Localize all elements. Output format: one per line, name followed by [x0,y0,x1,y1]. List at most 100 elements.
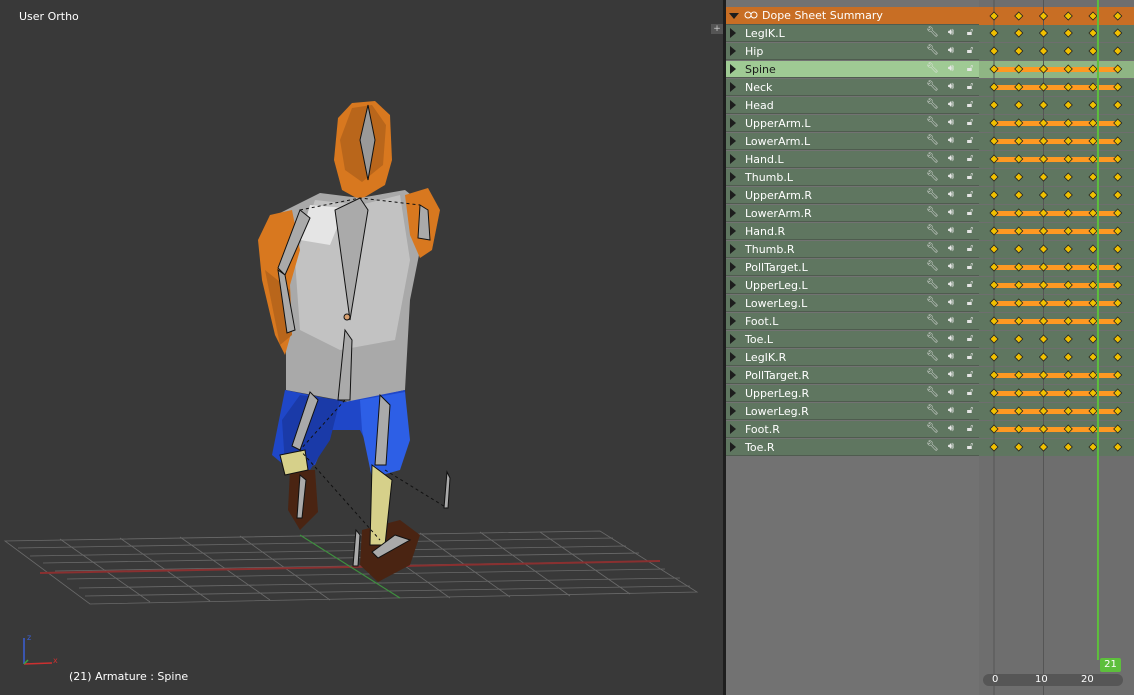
channel-row[interactable]: UpperArm.R 🔧︎ 🔊︎ 🔓︎ [726,187,979,204]
collapse-triangle-icon[interactable] [729,13,739,19]
expand-triangle-icon[interactable] [730,46,736,56]
channel-row[interactable]: Thumb.L 🔧︎ 🔊︎ 🔓︎ [726,169,979,186]
wrench-icon[interactable]: 🔧︎ [926,171,939,183]
lock-icon[interactable]: 🔓︎ [964,99,976,111]
wrench-icon[interactable]: 🔧︎ [926,135,939,147]
wrench-icon[interactable]: 🔧︎ [926,315,939,327]
speaker-icon[interactable]: 🔊︎ [945,153,957,165]
speaker-icon[interactable]: 🔊︎ [945,171,957,183]
dope-sheet-editor[interactable]: Dope Sheet Summary LegIK.L 🔧︎ 🔊︎ 🔓︎ Hip 🔧︎ 🔊︎ 🔓… [726,0,1134,695]
expand-triangle-icon[interactable] [730,262,736,272]
expand-triangle-icon[interactable] [730,64,736,74]
expand-triangle-icon[interactable] [730,424,736,434]
channel-row[interactable]: Toe.R 🔧︎ 🔊︎ 🔓︎ [726,439,979,456]
speaker-icon[interactable]: 🔊︎ [945,189,957,201]
keyframe-area[interactable]: 21 [979,0,1134,695]
channel-row[interactable]: LowerLeg.L 🔧︎ 🔊︎ 🔓︎ [726,295,979,312]
lock-icon[interactable]: 🔓︎ [964,225,976,237]
channel-row[interactable]: LowerArm.R 🔧︎ 🔊︎ 🔓︎ [726,205,979,222]
lock-icon[interactable]: 🔓︎ [964,279,976,291]
expand-triangle-icon[interactable] [730,118,736,128]
lock-icon[interactable]: 🔓︎ [964,135,976,147]
lock-icon[interactable]: 🔓︎ [964,45,976,57]
wrench-icon[interactable]: 🔧︎ [926,225,939,237]
wrench-icon[interactable]: 🔧︎ [926,423,939,435]
lock-icon[interactable]: 🔓︎ [964,63,976,75]
3d-viewport[interactable]: z x User Ortho (21) Armature : Spine + [0,0,723,695]
lock-icon[interactable]: 🔓︎ [964,243,976,255]
speaker-icon[interactable]: 🔊︎ [945,297,957,309]
expand-triangle-icon[interactable] [730,226,736,236]
lock-icon[interactable]: 🔓︎ [964,315,976,327]
expand-triangle-icon[interactable] [730,100,736,110]
channel-row[interactable]: UpperLeg.L 🔧︎ 🔊︎ 🔓︎ [726,277,979,294]
channel-row[interactable]: LowerLeg.R 🔧︎ 🔊︎ 🔓︎ [726,403,979,420]
lock-icon[interactable]: 🔓︎ [964,387,976,399]
wrench-icon[interactable]: 🔧︎ [926,27,939,39]
lock-icon[interactable]: 🔓︎ [964,333,976,345]
channel-row[interactable]: Hand.L 🔧︎ 🔊︎ 🔓︎ [726,151,979,168]
channel-row[interactable]: PollTarget.R 🔧︎ 🔊︎ 🔓︎ [726,367,979,384]
wrench-icon[interactable]: 🔧︎ [926,63,939,75]
expand-triangle-icon[interactable] [730,136,736,146]
channel-row[interactable]: UpperLeg.R 🔧︎ 🔊︎ 🔓︎ [726,385,979,402]
speaker-icon[interactable]: 🔊︎ [945,135,957,147]
lock-icon[interactable]: 🔓︎ [964,423,976,435]
speaker-icon[interactable]: 🔊︎ [945,81,957,93]
wrench-icon[interactable]: 🔧︎ [926,279,939,291]
speaker-icon[interactable]: 🔊︎ [945,63,957,75]
expand-triangle-icon[interactable] [730,298,736,308]
channel-row[interactable]: Spine 🔧︎ 🔊︎ 🔓︎ [726,61,979,78]
speaker-icon[interactable]: 🔊︎ [945,207,957,219]
expand-triangle-icon[interactable] [730,388,736,398]
wrench-icon[interactable]: 🔧︎ [926,333,939,345]
channel-row[interactable]: Thumb.R 🔧︎ 🔊︎ 🔓︎ [726,241,979,258]
speaker-icon[interactable]: 🔊︎ [945,243,957,255]
wrench-icon[interactable]: 🔧︎ [926,189,939,201]
dope-sheet-summary-row[interactable]: Dope Sheet Summary [726,7,979,25]
speaker-icon[interactable]: 🔊︎ [945,45,957,57]
channel-row[interactable]: LowerArm.L 🔧︎ 🔊︎ 🔓︎ [726,133,979,150]
lock-icon[interactable]: 🔓︎ [964,261,976,273]
speaker-icon[interactable]: 🔊︎ [945,441,957,453]
wrench-icon[interactable]: 🔧︎ [926,153,939,165]
wrench-icon[interactable]: 🔧︎ [926,351,939,363]
speaker-icon[interactable]: 🔊︎ [945,99,957,111]
lock-icon[interactable]: 🔓︎ [964,207,976,219]
speaker-icon[interactable]: 🔊︎ [945,261,957,273]
expand-triangle-icon[interactable] [730,334,736,344]
timeline-scrollbar[interactable]: 0 10 20 [983,674,1123,686]
speaker-icon[interactable]: 🔊︎ [945,333,957,345]
lock-icon[interactable]: 🔓︎ [964,351,976,363]
speaker-icon[interactable]: 🔊︎ [945,369,957,381]
channel-row[interactable]: Head 🔧︎ 🔊︎ 🔓︎ [726,97,979,114]
lock-icon[interactable]: 🔓︎ [964,441,976,453]
channel-row[interactable]: Foot.R 🔧︎ 🔊︎ 🔓︎ [726,421,979,438]
speaker-icon[interactable]: 🔊︎ [945,351,957,363]
expand-triangle-icon[interactable] [730,82,736,92]
wrench-icon[interactable]: 🔧︎ [926,81,939,93]
speaker-icon[interactable]: 🔊︎ [945,225,957,237]
wrench-icon[interactable]: 🔧︎ [926,297,939,309]
expand-triangle-icon[interactable] [730,208,736,218]
area-split-icon[interactable]: + [711,24,723,34]
speaker-icon[interactable]: 🔊︎ [945,279,957,291]
channel-row[interactable]: Toe.L 🔧︎ 🔊︎ 🔓︎ [726,331,979,348]
speaker-icon[interactable]: 🔊︎ [945,387,957,399]
lock-icon[interactable]: 🔓︎ [964,117,976,129]
wrench-icon[interactable]: 🔧︎ [926,405,939,417]
expand-triangle-icon[interactable] [730,28,736,38]
viewport-scene[interactable]: z x [0,0,723,695]
expand-triangle-icon[interactable] [730,280,736,290]
lock-icon[interactable]: 🔓︎ [964,297,976,309]
lock-icon[interactable]: 🔓︎ [964,369,976,381]
wrench-icon[interactable]: 🔧︎ [926,99,939,111]
expand-triangle-icon[interactable] [730,172,736,182]
channel-row[interactable]: Neck 🔧︎ 🔊︎ 🔓︎ [726,79,979,96]
speaker-icon[interactable]: 🔊︎ [945,423,957,435]
speaker-icon[interactable]: 🔊︎ [945,27,957,39]
lock-icon[interactable]: 🔓︎ [964,27,976,39]
wrench-icon[interactable]: 🔧︎ [926,117,939,129]
channel-row[interactable]: LegIK.L 🔧︎ 🔊︎ 🔓︎ [726,25,979,42]
expand-triangle-icon[interactable] [730,442,736,452]
